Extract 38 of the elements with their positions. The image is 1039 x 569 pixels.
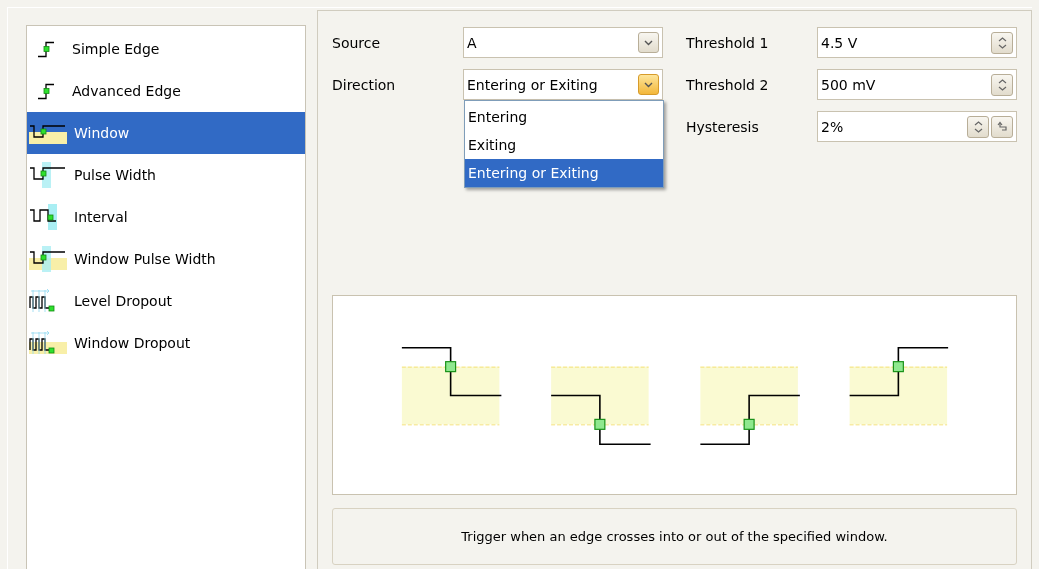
dropdown-arrow-button[interactable] bbox=[638, 32, 659, 53]
undo-arrow-icon bbox=[996, 121, 1008, 132]
edge-trigger-icon bbox=[37, 82, 55, 100]
field-label: Source bbox=[332, 34, 382, 51]
trigger-type-item[interactable]: Pulse Width bbox=[27, 154, 305, 196]
trigger-type-item[interactable]: Window Pulse Width bbox=[27, 238, 305, 280]
chevron-down-icon bbox=[644, 81, 653, 88]
dropdown-option[interactable]: Exiting bbox=[465, 131, 663, 159]
reset-button[interactable] bbox=[991, 115, 1013, 138]
trigger-type-item[interactable]: Window bbox=[27, 112, 305, 154]
edge-trigger-icon bbox=[37, 40, 55, 58]
trigger-type-item[interactable]: Window Dropout bbox=[27, 322, 305, 364]
trigger-type-item[interactable]: Interval bbox=[27, 196, 305, 238]
spin-button[interactable] bbox=[991, 73, 1013, 96]
description-text: Trigger when an edge crosses into or out of the specified window. bbox=[461, 529, 888, 544]
dropdown-field[interactable]: A bbox=[463, 27, 663, 58]
trigger-type-item[interactable]: Simple Edge bbox=[27, 28, 305, 70]
pulse-trigger-icon bbox=[29, 162, 67, 188]
up-down-arrows-icon bbox=[997, 77, 1007, 92]
spin-field[interactable]: 2% bbox=[817, 111, 1017, 142]
dropdown-option[interactable]: Entering or Exiting bbox=[465, 159, 663, 187]
up-down-arrows-icon bbox=[973, 119, 983, 134]
spin-button[interactable] bbox=[967, 115, 989, 138]
dropdown-arrow-button[interactable] bbox=[638, 74, 659, 95]
spin-field[interactable]: 500 mV bbox=[817, 69, 1017, 100]
field-label: Hysteresis bbox=[686, 118, 760, 135]
field-label: Threshold 1 bbox=[686, 34, 770, 51]
dropdown-option[interactable]: Entering bbox=[465, 103, 663, 131]
trigger-type-item[interactable]: Level Dropout bbox=[27, 280, 305, 322]
up-down-arrows-icon bbox=[997, 35, 1007, 50]
window-pulse-trigger-icon bbox=[29, 246, 67, 272]
trigger-type-item[interactable]: Advanced Edge bbox=[27, 70, 305, 112]
spin-button[interactable] bbox=[991, 31, 1013, 54]
field-label: Threshold 2 bbox=[686, 76, 770, 93]
field-label: Direction bbox=[332, 76, 397, 93]
window-dropout-trigger-icon bbox=[29, 330, 67, 356]
chevron-down-icon bbox=[644, 39, 653, 46]
spin-field[interactable]: 4.5 V bbox=[817, 27, 1017, 58]
